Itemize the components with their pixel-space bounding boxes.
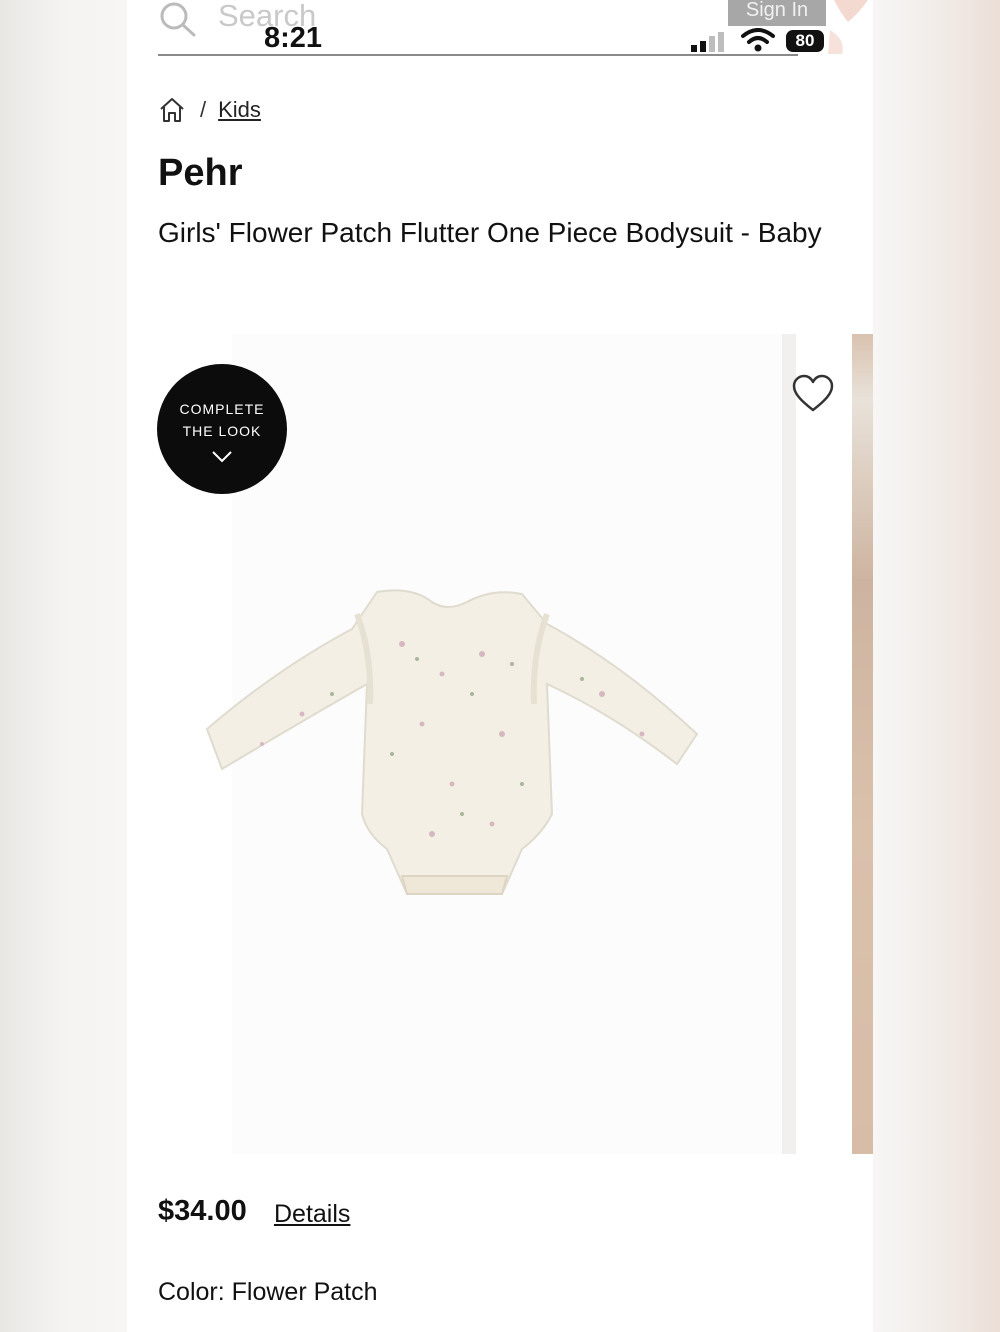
home-icon[interactable] xyxy=(158,96,186,124)
heart-icon[interactable] xyxy=(792,374,834,414)
color-label: Color: xyxy=(158,1278,225,1306)
color-selection: Color: Flower Patch xyxy=(158,1278,378,1307)
search-icon[interactable] xyxy=(158,0,198,38)
details-link[interactable]: Details xyxy=(274,1200,350,1229)
brand-name[interactable]: Pehr xyxy=(158,152,242,195)
sign-in-button[interactable]: Sign In xyxy=(728,0,826,26)
product-price: $34.00 xyxy=(158,1195,247,1227)
product-image-gallery[interactable]: COMPLETE THE LOOK xyxy=(127,334,873,1154)
color-value: Flower Patch xyxy=(231,1278,378,1306)
complete-the-look-button[interactable]: COMPLETE THE LOOK xyxy=(157,364,287,494)
complete-look-label-line1: COMPLETE xyxy=(179,401,265,417)
product-title: Girls' Flower Patch Flutter One Piece Bo… xyxy=(158,217,822,248)
status-time: 8:21 xyxy=(264,22,323,54)
search-bar[interactable]: Search 8:21 Sign In 80 xyxy=(158,0,868,56)
gallery-divider xyxy=(782,334,796,1154)
decorative-corner-icon xyxy=(828,0,868,54)
complete-look-label-line2: THE LOOK xyxy=(182,423,262,439)
breadcrumb-link-kids[interactable]: Kids xyxy=(218,97,261,123)
cellular-signal-icon xyxy=(691,32,724,52)
breadcrumb: / Kids xyxy=(158,95,261,125)
bodysuit-illustration xyxy=(205,589,699,895)
product-page: Search 8:21 Sign In 80 / Kids Pehr Girls… xyxy=(127,0,873,1332)
battery-indicator: 80 xyxy=(786,30,824,52)
breadcrumb-separator: / xyxy=(200,97,207,122)
chevron-down-icon xyxy=(212,451,232,463)
next-product-image[interactable] xyxy=(852,334,873,1154)
wifi-icon xyxy=(741,28,775,52)
